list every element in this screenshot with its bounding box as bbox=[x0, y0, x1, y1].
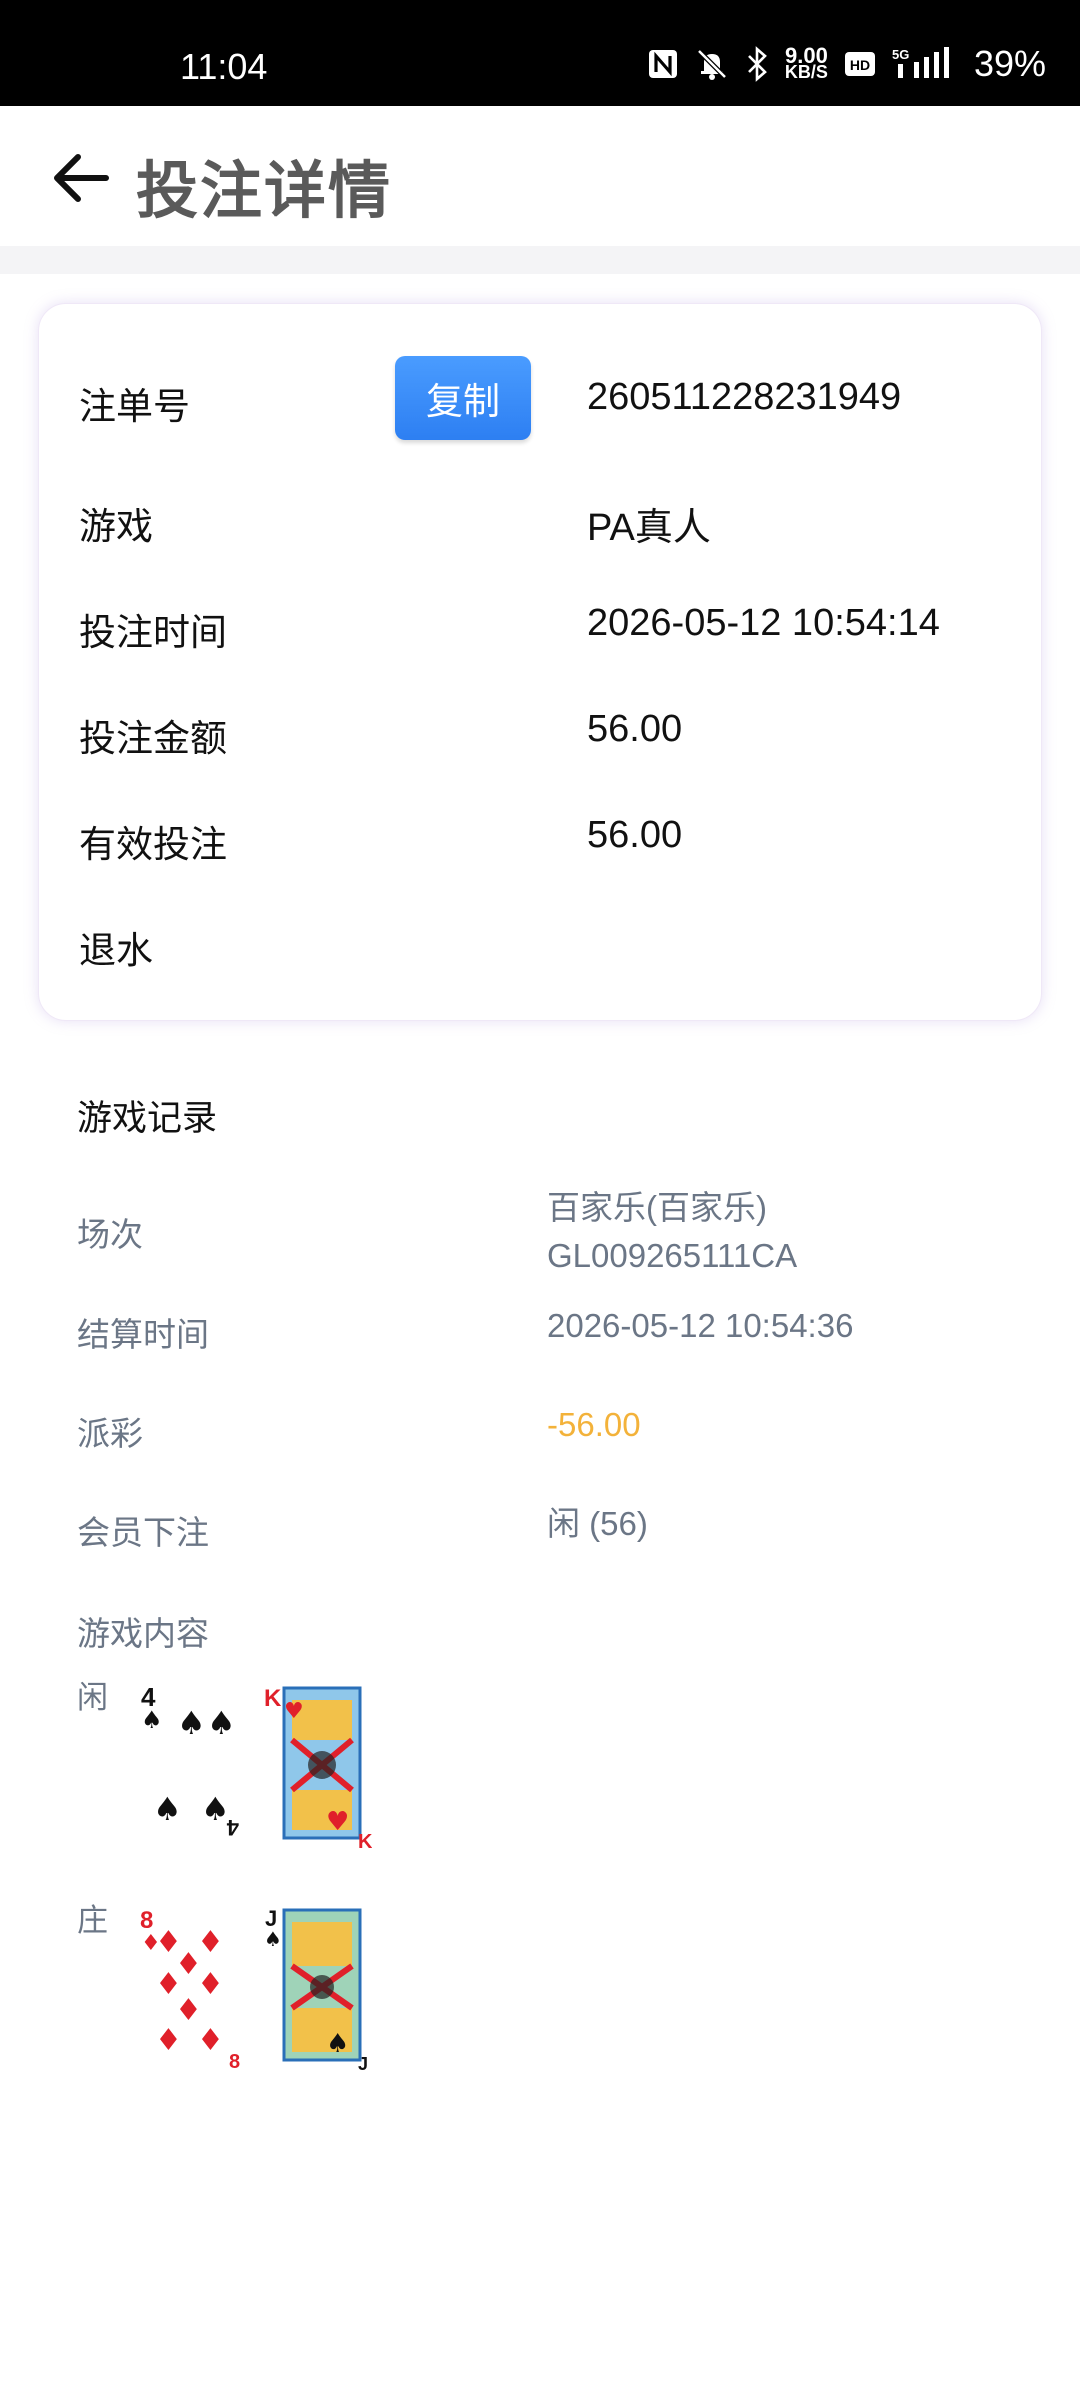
bluetooth-icon bbox=[745, 46, 769, 82]
svg-text:♠: ♠ bbox=[201, 1790, 230, 1828]
arrow-left-icon bbox=[54, 154, 109, 202]
svg-text:♠: ♠ bbox=[207, 1704, 236, 1742]
round-value-line1: 百家乐(百家乐) bbox=[547, 1189, 767, 1226]
header-divider bbox=[0, 246, 1080, 274]
bet-amount-label: 投注金额 bbox=[79, 717, 227, 760]
bet-detail-card: 注单号 260511228231949 复制 游戏 PA真人 投注时间 2026… bbox=[38, 303, 1042, 1021]
banker-card-1: 8 ♦ ♦ ♦ ♦ ♦ ♦ ♦ ♦ ♦ 8 bbox=[138, 1903, 246, 2072]
svg-text:8: 8 bbox=[229, 2051, 240, 2072]
copy-button[interactable]: 复制 bbox=[395, 356, 531, 440]
page-title: 投注详情 bbox=[136, 154, 393, 227]
svg-text:5G: 5G bbox=[892, 47, 909, 62]
player-card-1-suit: ♠ bbox=[141, 1706, 163, 1734]
status-bar: 11:04 9.00 KB/S HD 5G 39% bbox=[0, 0, 1080, 106]
game-label: 游戏 bbox=[79, 505, 153, 548]
round-value: 百家乐(百家乐) GL009265111CA bbox=[547, 1184, 797, 1280]
settle-time-value: 2026-05-12 10:54:36 bbox=[547, 1307, 854, 1344]
svg-text:♠: ♠ bbox=[326, 2029, 349, 2059]
order-value: 260511228231949 bbox=[587, 376, 902, 418]
bet-time-label: 投注时间 bbox=[79, 611, 227, 654]
game-value: PA真人 bbox=[587, 507, 711, 549]
svg-text:K: K bbox=[358, 1831, 372, 1850]
back-button[interactable] bbox=[46, 146, 116, 210]
round-value-line2: GL009265111CA bbox=[547, 1237, 798, 1274]
svg-text:J: J bbox=[358, 2054, 368, 2072]
hd-icon: HD bbox=[844, 50, 876, 78]
net-speed: 9.00 KB/S bbox=[784, 43, 828, 82]
svg-text:HD: HD bbox=[850, 57, 870, 73]
player-hand-label: 闲 bbox=[77, 1680, 108, 1716]
svg-text:♠: ♠ bbox=[153, 1790, 182, 1828]
game-record-title: 游戏记录 bbox=[77, 1099, 218, 1139]
status-time: 11:04 bbox=[180, 46, 268, 87]
player-card-1: 4 ♠ ♠ ♠ ♠ ♠ 4 bbox=[138, 1681, 246, 1849]
nfc-icon bbox=[647, 48, 679, 80]
signal-icon: 5G bbox=[892, 46, 954, 82]
settle-time-label: 结算时间 bbox=[77, 1315, 209, 1354]
bet-time-value: 2026-05-12 10:54:14 bbox=[587, 602, 940, 644]
app-bar: 投注详情 bbox=[0, 106, 1080, 246]
player-card-2: K ♥ ♥ K bbox=[263, 1681, 372, 1850]
banker-card-1-rank: 8 bbox=[140, 1907, 153, 1934]
banker-card-2-suit: ♠ bbox=[264, 1927, 282, 1951]
payout-label: 派彩 bbox=[77, 1414, 143, 1453]
battery-level: 39% bbox=[973, 43, 1046, 84]
player-card-2-rank: K bbox=[264, 1685, 282, 1712]
bet-amount-value: 56.00 bbox=[587, 708, 683, 750]
valid-bet-value: 56.00 bbox=[587, 814, 683, 856]
valid-bet-label: 有效投注 bbox=[79, 823, 227, 866]
payout-value: -56.00 bbox=[547, 1406, 641, 1443]
member-bet-label: 会员下注 bbox=[77, 1513, 209, 1552]
rebate-label: 退水 bbox=[79, 929, 153, 972]
game-content-label: 游戏内容 bbox=[77, 1614, 209, 1653]
status-icons: 9.00 KB/S HD 5G 39% bbox=[647, 43, 1046, 84]
svg-text:♠: ♠ bbox=[177, 1704, 206, 1742]
round-label: 场次 bbox=[77, 1215, 143, 1254]
order-label: 注单号 bbox=[79, 385, 190, 428]
svg-text:♥: ♥ bbox=[326, 1807, 349, 1837]
member-bet-value: 闲 (56) bbox=[547, 1505, 648, 1542]
svg-text:♦: ♦ bbox=[155, 2023, 182, 2058]
svg-text:♦: ♦ bbox=[197, 2023, 224, 2058]
banker-card-2: J ♠ ♠ J bbox=[263, 1903, 371, 2072]
silent-icon bbox=[695, 47, 729, 81]
player-card-2-suit: ♥ bbox=[284, 1699, 304, 1724]
svg-text:♦: ♦ bbox=[175, 1947, 202, 1982]
banker-hand-label: 庄 bbox=[77, 1903, 108, 1939]
svg-text:4: 4 bbox=[226, 1815, 239, 1840]
